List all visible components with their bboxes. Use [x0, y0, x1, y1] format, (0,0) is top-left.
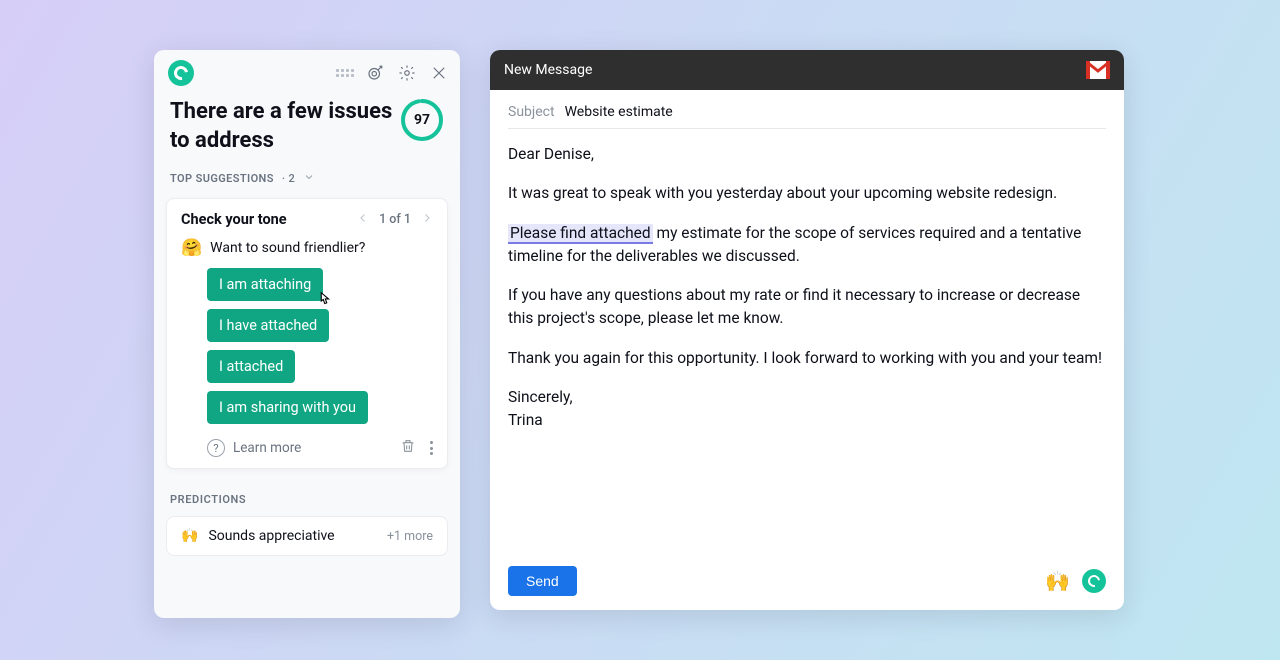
- gmail-logo-icon: [1086, 61, 1110, 79]
- grammarly-badge-icon[interactable]: [1082, 569, 1106, 593]
- pager-prev-icon[interactable]: [357, 212, 369, 228]
- card-pager: 1 of 1: [357, 212, 433, 228]
- suggestion-chip[interactable]: I have attached: [207, 309, 329, 342]
- learn-more-link[interactable]: ? Learn more: [207, 439, 301, 457]
- suggestion-card: Check your tone 1 of 1 🤗 Want to sound f…: [166, 198, 448, 469]
- trash-icon[interactable]: [400, 438, 416, 458]
- prediction-more: +1 more: [387, 529, 433, 544]
- suggestion-chip[interactable]: I attached: [207, 350, 295, 383]
- top-suggestions-toggle[interactable]: TOP SUGGESTIONS · 2: [154, 163, 460, 190]
- panel-headline: There are a few issues to address: [170, 98, 394, 155]
- prediction-row[interactable]: 🙌 Sounds appreciative +1 more: [166, 516, 448, 556]
- email-sender-name: Trina: [508, 409, 1106, 432]
- subject-row[interactable]: Subject Website estimate: [508, 104, 1106, 129]
- suggestion-chip[interactable]: I am attaching: [207, 268, 323, 301]
- pager-next-icon[interactable]: [421, 212, 433, 228]
- prediction-text: Sounds appreciative: [208, 528, 334, 544]
- suggestion-chip[interactable]: I am sharing with you: [207, 391, 368, 424]
- email-greeting: Dear Denise,: [508, 143, 1106, 166]
- email-signoff: Sincerely,: [508, 386, 1106, 409]
- suggestion-chip-list: I am attaching I have attached I attache…: [181, 268, 433, 424]
- score-ring[interactable]: 97: [400, 98, 444, 142]
- drag-handle-icon[interactable]: [336, 69, 352, 77]
- help-icon: ?: [207, 439, 225, 457]
- card-prompt: Want to sound friendlier?: [210, 240, 365, 256]
- chevron-down-icon: [303, 171, 315, 186]
- hands-emoji-icon: 🙌: [181, 528, 198, 544]
- subject-label: Subject: [508, 104, 555, 120]
- predictions-label: PREDICTIONS: [154, 469, 460, 512]
- top-suggestions-label: TOP SUGGESTIONS: [170, 172, 274, 185]
- compose-header: New Message: [490, 50, 1124, 90]
- compose-window: New Message Subject Website estimate Dea…: [490, 50, 1124, 610]
- highlighted-phrase[interactable]: Please find attached: [508, 224, 653, 244]
- send-button[interactable]: Send: [508, 566, 577, 596]
- friendly-emoji-icon: 🤗: [181, 238, 202, 258]
- settings-gear-icon[interactable]: [398, 64, 416, 82]
- subject-value: Website estimate: [565, 104, 673, 120]
- more-options-icon[interactable]: [430, 441, 433, 455]
- compose-title: New Message: [504, 62, 592, 78]
- panel-toolbar: [154, 50, 460, 92]
- email-body[interactable]: Dear Denise, It was great to speak with …: [508, 143, 1106, 432]
- goals-icon[interactable]: [366, 64, 384, 82]
- email-paragraph: Thank you again for this opportunity. I …: [508, 347, 1106, 370]
- email-paragraph: Please find attached my estimate for the…: [508, 222, 1106, 269]
- email-paragraph: It was great to speak with you yesterday…: [508, 182, 1106, 205]
- grammarly-panel: There are a few issues to address 97 TOP…: [154, 50, 460, 618]
- grammarly-logo-icon: [168, 60, 194, 86]
- tone-emoji-icon[interactable]: 🙌: [1045, 569, 1070, 593]
- card-title: Check your tone: [181, 211, 287, 228]
- learn-more-label: Learn more: [233, 440, 301, 456]
- top-suggestions-count: · 2: [282, 172, 295, 185]
- close-icon[interactable]: [430, 64, 448, 82]
- email-paragraph: If you have any questions about my rate …: [508, 284, 1106, 331]
- score-value: 97: [400, 98, 444, 142]
- pager-count: 1 of 1: [379, 212, 411, 227]
